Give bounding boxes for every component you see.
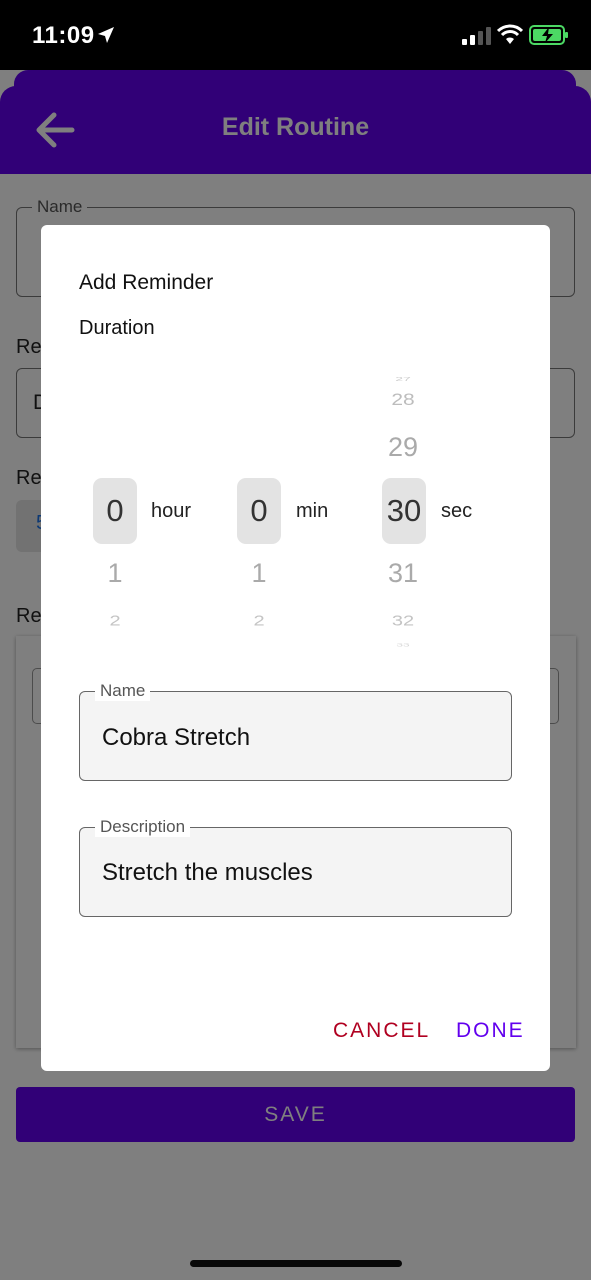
hour-option[interactable]: 1 [93,558,137,589]
reminder-description-value[interactable]: Stretch the muscles [102,859,313,887]
battery-charging-icon [529,25,568,45]
cellular-signal-icon [462,27,491,45]
minute-unit-label: min [296,500,329,522]
hour-unit-label: hour [151,500,192,522]
location-arrow-icon [98,27,114,43]
minute-selected[interactable]: 0 [237,478,281,544]
second-option[interactable]: 32 [378,613,428,630]
reminder-description-legend: Description [95,817,191,837]
add-reminder-dialog: Add Reminder Duration 0 1 2 hour 0 1 2 m… [41,225,550,1071]
done-button[interactable]: DONE [456,1019,525,1043]
second-option[interactable]: 28 [378,390,428,409]
reminder-name-value[interactable]: Cobra Stretch [102,724,250,752]
reminder-description-field[interactable]: Stretch the muscles [79,827,512,917]
wifi-icon [497,24,523,44]
hour-option[interactable]: 2 [93,613,137,630]
reminder-name-field[interactable]: Cobra Stretch [79,691,512,781]
minute-option[interactable]: 2 [237,613,281,630]
dialog-title: Add Reminder [79,271,214,294]
second-unit-label: sec [441,500,473,522]
dialog-subtitle: Duration [79,317,155,339]
status-bar: 11:09 [0,0,591,70]
minute-option[interactable]: 1 [237,558,281,589]
second-option[interactable]: 31 [378,558,428,589]
hour-selected[interactable]: 0 [93,478,137,544]
reminder-name-legend: Name [95,681,151,701]
status-time: 11:09 [32,22,95,49]
second-selected[interactable]: 30 [382,478,426,544]
second-option[interactable]: 29 [378,432,428,463]
second-option[interactable]: 33 [378,643,428,648]
second-option[interactable]: 27 [378,376,428,382]
cancel-button[interactable]: CANCEL [333,1019,430,1043]
